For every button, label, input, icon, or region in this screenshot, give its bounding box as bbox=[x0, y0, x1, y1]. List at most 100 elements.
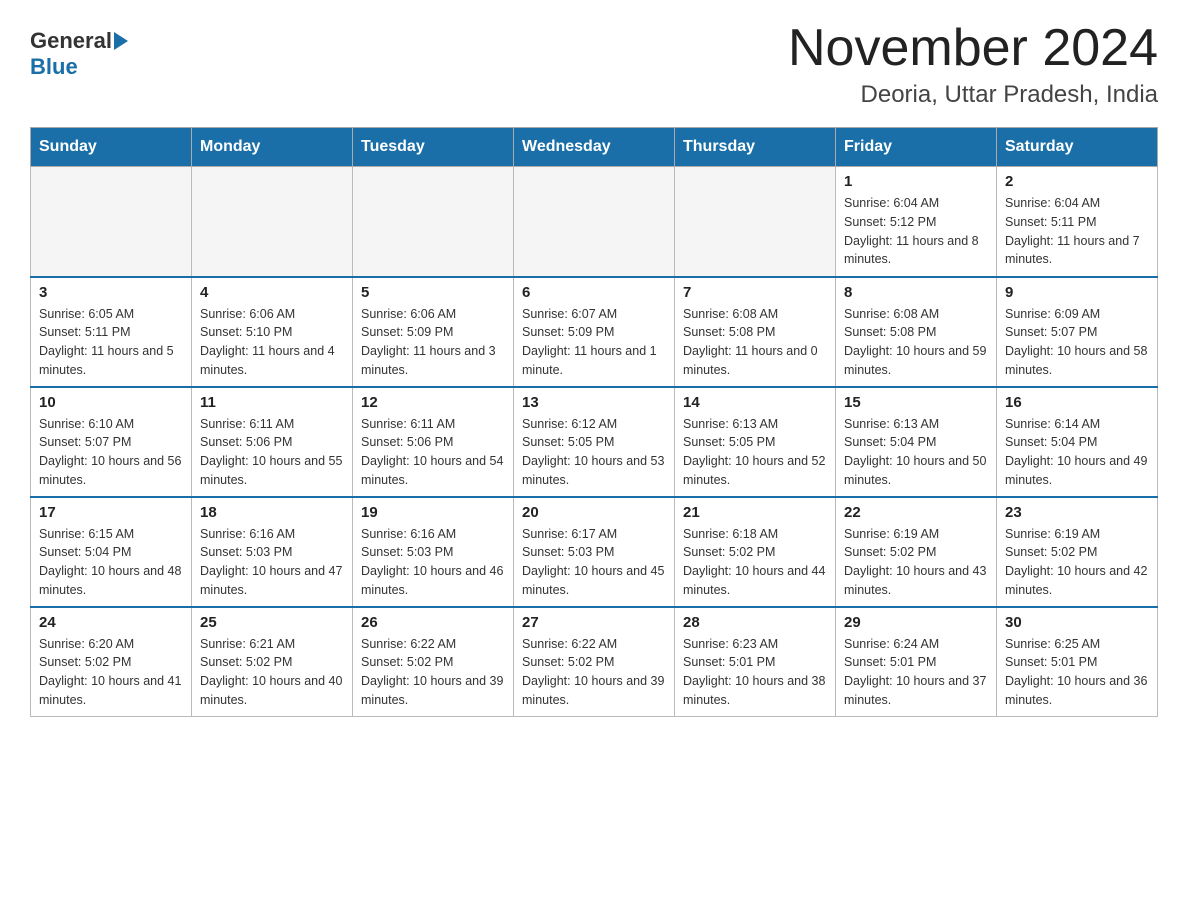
table-row: 1 Sunrise: 6:04 AMSunset: 5:12 PMDaylight… bbox=[836, 167, 997, 277]
day-number: 3 bbox=[39, 284, 183, 301]
calendar-header-row: Sunday Monday Tuesday Wednesday Thursday… bbox=[31, 128, 1158, 167]
col-friday: Friday bbox=[836, 128, 997, 167]
day-number: 30 bbox=[1005, 614, 1149, 631]
page-subtitle: Deoria, Uttar Pradesh, India bbox=[788, 81, 1158, 109]
col-saturday: Saturday bbox=[997, 128, 1158, 167]
table-row: 16 Sunrise: 6:14 AMSunset: 5:04 PMDayligh… bbox=[997, 387, 1158, 497]
table-row: 12Sunrise: 6:11 AMSunset: 5:06 PMDayligh… bbox=[353, 387, 514, 497]
day-number: 22 bbox=[844, 504, 988, 521]
calendar-week-row: 24 Sunrise: 6:20 AMSunset: 5:02 PMDayligh… bbox=[31, 607, 1158, 717]
logo: General Blue bbox=[30, 20, 130, 80]
col-wednesday: Wednesday bbox=[514, 128, 675, 167]
day-info: Sunrise: 6:07 AMSunset: 5:09 PMDaylight:… bbox=[522, 305, 666, 380]
table-row: 2 Sunrise: 6:04 AMSunset: 5:11 PMDaylight… bbox=[997, 167, 1158, 277]
logo-general-text: General bbox=[30, 28, 112, 54]
table-row: 29 Sunrise: 6:24 AMSunset: 5:01 PMDayligh… bbox=[836, 607, 997, 717]
day-info: Sunrise: 6:08 AMSunset: 5:08 PMDaylight:… bbox=[844, 305, 988, 380]
day-number: 2 bbox=[1005, 173, 1149, 190]
day-info: Sunrise: 6:19 AMSunset: 5:02 PMDaylight:… bbox=[1005, 525, 1149, 600]
table-row: 8 Sunrise: 6:08 AMSunset: 5:08 PMDaylight… bbox=[836, 277, 997, 387]
day-info: Sunrise: 6:20 AMSunset: 5:02 PMDaylight:… bbox=[39, 635, 183, 710]
col-tuesday: Tuesday bbox=[353, 128, 514, 167]
day-number: 24 bbox=[39, 614, 183, 631]
day-info: Sunrise: 6:16 AMSunset: 5:03 PMDaylight:… bbox=[200, 525, 344, 600]
day-info: Sunrise: 6:13 AMSunset: 5:05 PMDaylight:… bbox=[683, 415, 827, 490]
table-row bbox=[31, 167, 192, 277]
day-number: 13 bbox=[522, 394, 666, 411]
col-sunday: Sunday bbox=[31, 128, 192, 167]
day-number: 14 bbox=[683, 394, 827, 411]
table-row: 14 Sunrise: 6:13 AMSunset: 5:05 PMDayligh… bbox=[675, 387, 836, 497]
day-number: 20 bbox=[522, 504, 666, 521]
table-row: 9Sunrise: 6:09 AMSunset: 5:07 PMDaylight… bbox=[997, 277, 1158, 387]
day-number: 27 bbox=[522, 614, 666, 631]
day-number: 11 bbox=[200, 394, 344, 411]
day-info: Sunrise: 6:22 AMSunset: 5:02 PMDaylight:… bbox=[361, 635, 505, 710]
calendar-week-row: 1 Sunrise: 6:04 AMSunset: 5:12 PMDaylight… bbox=[31, 167, 1158, 277]
day-info: Sunrise: 6:04 AMSunset: 5:11 PMDaylight:… bbox=[1005, 194, 1149, 269]
day-info: Sunrise: 6:09 AMSunset: 5:07 PMDaylight:… bbox=[1005, 305, 1149, 380]
day-info: Sunrise: 6:11 AMSunset: 5:06 PMDaylight:… bbox=[200, 415, 344, 490]
table-row: 3Sunrise: 6:05 AMSunset: 5:11 PMDaylight… bbox=[31, 277, 192, 387]
day-number: 16 bbox=[1005, 394, 1149, 411]
header: General Blue November 2024 Deoria, Uttar… bbox=[30, 20, 1158, 109]
logo-blue-text: Blue bbox=[30, 54, 130, 80]
day-number: 10 bbox=[39, 394, 183, 411]
table-row: 10 Sunrise: 6:10 AMSunset: 5:07 PMDayligh… bbox=[31, 387, 192, 497]
day-info: Sunrise: 6:13 AMSunset: 5:04 PMDaylight:… bbox=[844, 415, 988, 490]
day-info: Sunrise: 6:23 AMSunset: 5:01 PMDaylight:… bbox=[683, 635, 827, 710]
table-row bbox=[514, 167, 675, 277]
day-info: Sunrise: 6:12 AMSunset: 5:05 PMDaylight:… bbox=[522, 415, 666, 490]
calendar-week-row: 10 Sunrise: 6:10 AMSunset: 5:07 PMDayligh… bbox=[31, 387, 1158, 497]
table-row: 15 Sunrise: 6:13 AMSunset: 5:04 PMDayligh… bbox=[836, 387, 997, 497]
day-info: Sunrise: 6:10 AMSunset: 5:07 PMDaylight:… bbox=[39, 415, 183, 490]
col-thursday: Thursday bbox=[675, 128, 836, 167]
table-row: 20 Sunrise: 6:17 AMSunset: 5:03 PMDayligh… bbox=[514, 497, 675, 607]
day-info: Sunrise: 6:22 AMSunset: 5:02 PMDaylight:… bbox=[522, 635, 666, 710]
day-info: Sunrise: 6:14 AMSunset: 5:04 PMDaylight:… bbox=[1005, 415, 1149, 490]
day-info: Sunrise: 6:19 AMSunset: 5:02 PMDaylight:… bbox=[844, 525, 988, 600]
day-number: 1 bbox=[844, 173, 988, 190]
day-info: Sunrise: 6:24 AMSunset: 5:01 PMDaylight:… bbox=[844, 635, 988, 710]
day-number: 15 bbox=[844, 394, 988, 411]
table-row: 26Sunrise: 6:22 AMSunset: 5:02 PMDayligh… bbox=[353, 607, 514, 717]
logo-triangle-icon bbox=[114, 32, 128, 50]
day-number: 4 bbox=[200, 284, 344, 301]
day-number: 19 bbox=[361, 504, 505, 521]
title-area: November 2024 Deoria, Uttar Pradesh, Ind… bbox=[788, 20, 1158, 109]
table-row: 30 Sunrise: 6:25 AMSunset: 5:01 PMDayligh… bbox=[997, 607, 1158, 717]
day-number: 6 bbox=[522, 284, 666, 301]
table-row: 19 Sunrise: 6:16 AMSunset: 5:03 PMDayligh… bbox=[353, 497, 514, 607]
table-row: 21Sunrise: 6:18 AMSunset: 5:02 PMDayligh… bbox=[675, 497, 836, 607]
table-row: 6 Sunrise: 6:07 AMSunset: 5:09 PMDaylight… bbox=[514, 277, 675, 387]
table-row: 13 Sunrise: 6:12 AMSunset: 5:05 PMDayligh… bbox=[514, 387, 675, 497]
day-number: 7 bbox=[683, 284, 827, 301]
table-row: 17Sunrise: 6:15 AMSunset: 5:04 PMDayligh… bbox=[31, 497, 192, 607]
day-info: Sunrise: 6:06 AMSunset: 5:09 PMDaylight:… bbox=[361, 305, 505, 380]
day-number: 28 bbox=[683, 614, 827, 631]
day-info: Sunrise: 6:15 AMSunset: 5:04 PMDaylight:… bbox=[39, 525, 183, 600]
day-number: 29 bbox=[844, 614, 988, 631]
day-info: Sunrise: 6:16 AMSunset: 5:03 PMDaylight:… bbox=[361, 525, 505, 600]
table-row: 7 Sunrise: 6:08 AMSunset: 5:08 PMDaylight… bbox=[675, 277, 836, 387]
day-number: 8 bbox=[844, 284, 988, 301]
day-info: Sunrise: 6:18 AMSunset: 5:02 PMDaylight:… bbox=[683, 525, 827, 600]
day-info: Sunrise: 6:25 AMSunset: 5:01 PMDaylight:… bbox=[1005, 635, 1149, 710]
day-info: Sunrise: 6:04 AMSunset: 5:12 PMDaylight:… bbox=[844, 194, 988, 269]
table-row bbox=[192, 167, 353, 277]
table-row: 25Sunrise: 6:21 AMSunset: 5:02 PMDayligh… bbox=[192, 607, 353, 717]
table-row: 4Sunrise: 6:06 AMSunset: 5:10 PMDaylight… bbox=[192, 277, 353, 387]
day-number: 23 bbox=[1005, 504, 1149, 521]
table-row: 5 Sunrise: 6:06 AMSunset: 5:09 PMDaylight… bbox=[353, 277, 514, 387]
day-number: 25 bbox=[200, 614, 344, 631]
page-title: November 2024 bbox=[788, 20, 1158, 77]
table-row bbox=[353, 167, 514, 277]
table-row: 28 Sunrise: 6:23 AMSunset: 5:01 PMDayligh… bbox=[675, 607, 836, 717]
table-row bbox=[675, 167, 836, 277]
day-number: 18 bbox=[200, 504, 344, 521]
day-number: 5 bbox=[361, 284, 505, 301]
table-row: 27 Sunrise: 6:22 AMSunset: 5:02 PMDayligh… bbox=[514, 607, 675, 717]
day-info: Sunrise: 6:08 AMSunset: 5:08 PMDaylight:… bbox=[683, 305, 827, 380]
day-info: Sunrise: 6:17 AMSunset: 5:03 PMDaylight:… bbox=[522, 525, 666, 600]
table-row: 11 Sunrise: 6:11 AMSunset: 5:06 PMDayligh… bbox=[192, 387, 353, 497]
